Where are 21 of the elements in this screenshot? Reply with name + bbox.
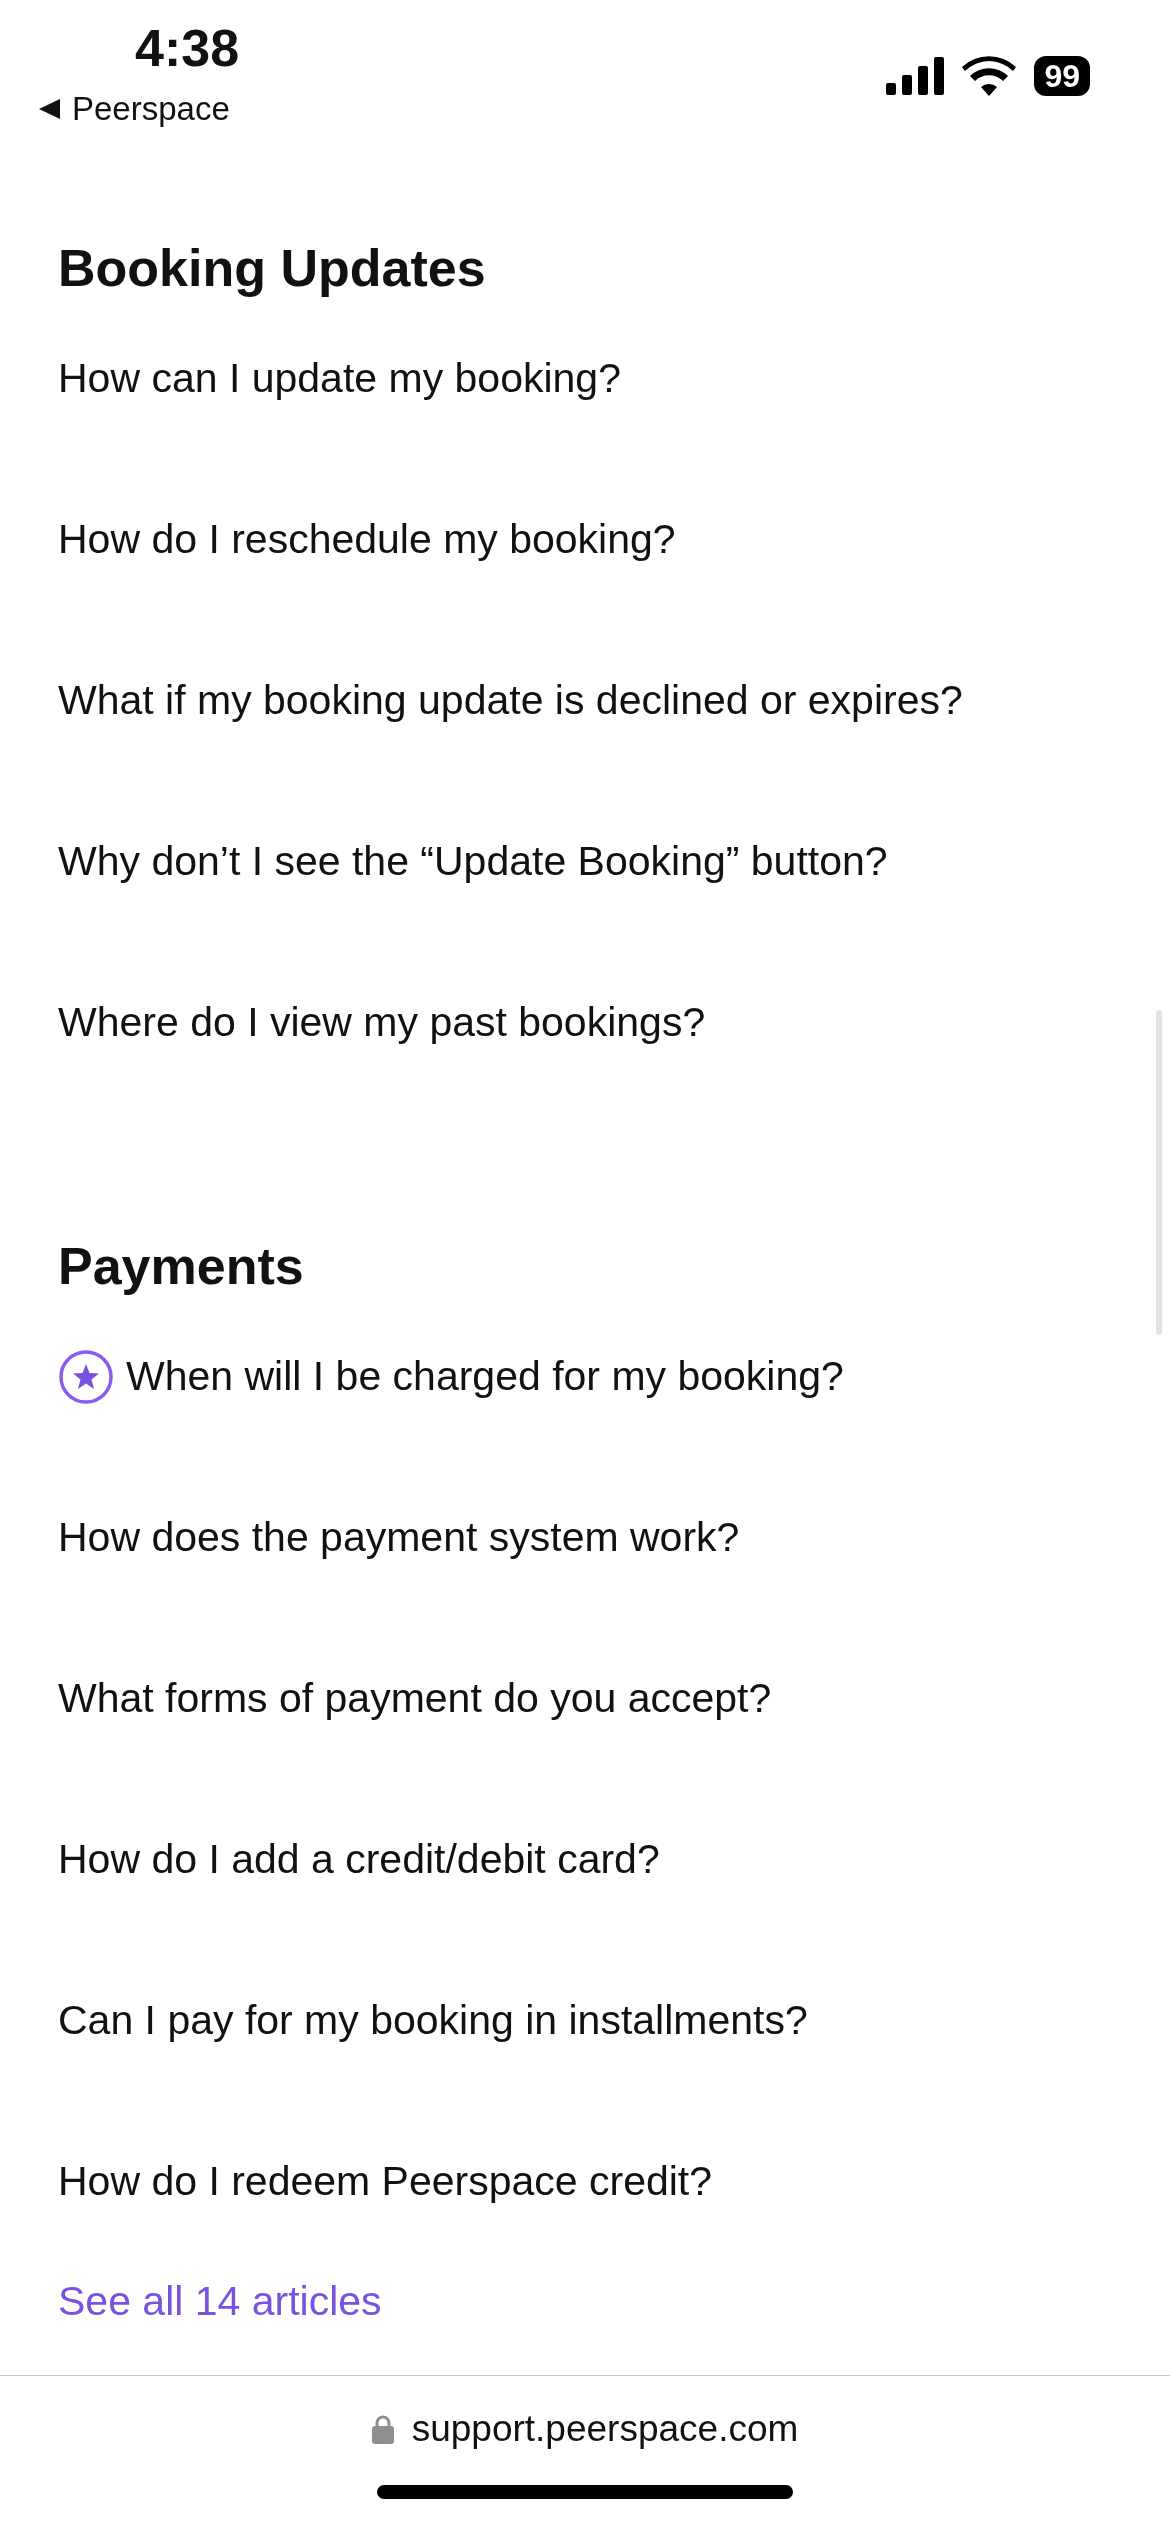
faq-link[interactable]: What forms of payment do you accept? [58,1618,1112,1779]
faq-link[interactable]: When will I be charged for my booking? [58,1296,1112,1457]
faq-link[interactable]: How do I reschedule my booking? [58,459,1112,620]
faq-link[interactable]: How do I add a credit/debit card? [58,1779,1112,1940]
faq-link[interactable]: How can I update my booking? [58,298,1112,459]
back-button[interactable]: Peerspace [36,92,230,125]
wifi-icon [962,56,1017,96]
see-all-link[interactable]: See all 14 articles [58,2276,382,2326]
battery-level: 99 [1034,56,1090,96]
address-bar[interactable]: support.peerspace.com [371,2410,799,2447]
faq-link[interactable]: How does the payment system work? [58,1457,1112,1618]
section-heading: Payments [58,1236,305,1296]
faq-link[interactable]: How do I redeem Peerspace credit? [58,2101,1112,2262]
lock-icon [371,2413,394,2444]
faq-link[interactable]: Why don’t I see the “Update Booking” button? [58,781,1112,942]
faq-link[interactable]: Can I pay for my booking in installments? [58,1940,1112,2101]
section-heading: Booking Updates [58,238,487,298]
signal-icon [886,57,945,95]
faq-link[interactable]: Where do I view my past bookings? [58,942,1112,1103]
faq-link[interactable]: What if my booking update is declined or expires? [58,620,1112,781]
time: 4:38 [135,22,240,74]
